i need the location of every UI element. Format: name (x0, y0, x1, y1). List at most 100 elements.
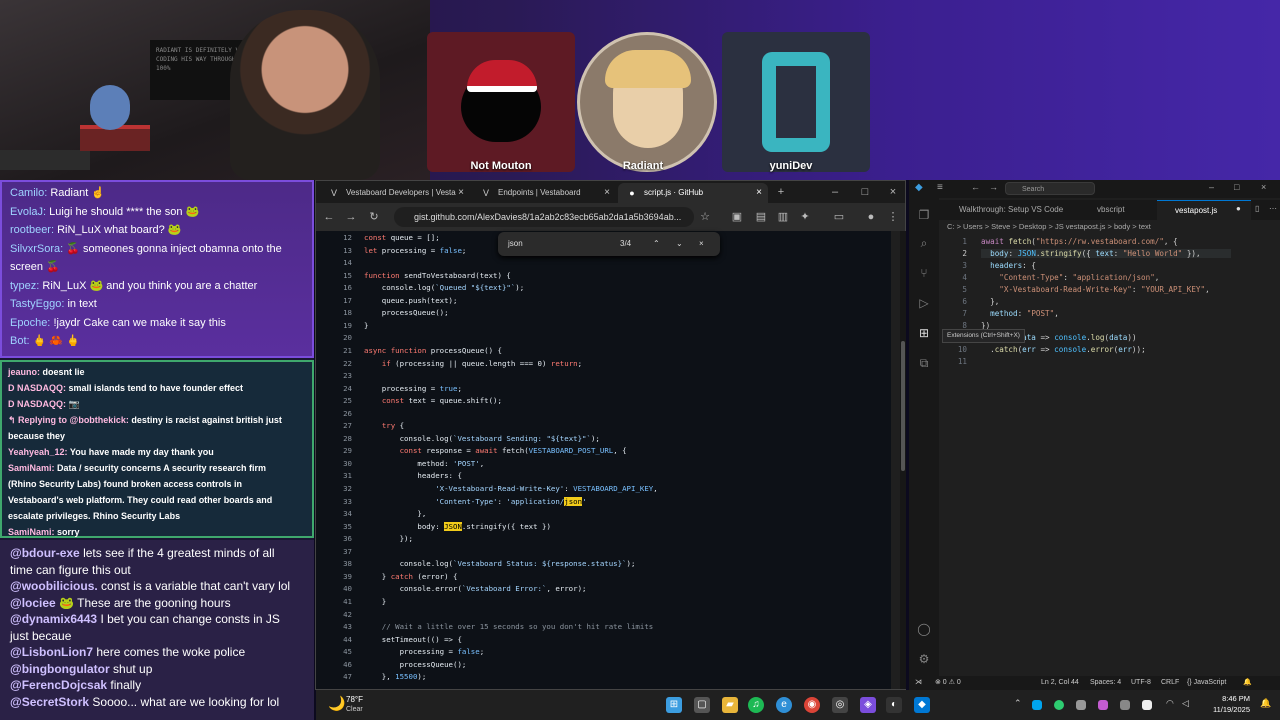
tray-icon[interactable] (1142, 700, 1152, 710)
indent-status[interactable]: Spaces: 4 (1090, 676, 1121, 690)
sidebar-icon[interactable]: ▭ (830, 208, 848, 226)
notifications-icon[interactable]: 🔔 (1243, 676, 1252, 690)
chat-username[interactable]: @SecretStork (10, 695, 89, 709)
tab-walkthrough[interactable]: Walkthrough: Setup VS Code (941, 200, 1079, 220)
extensions-icon[interactable]: ⊞ (909, 322, 939, 344)
obs-icon[interactable]: ◈ (860, 697, 876, 713)
chat-username[interactable]: TastyEggo: (10, 298, 64, 310)
code-line[interactable]: 'X-Vestaboard-Read-Write-Key': VESTABOAR… (364, 484, 658, 493)
minimize-button[interactable]: – (1209, 182, 1214, 192)
forward-arrow-icon[interactable]: → (342, 208, 360, 226)
chat-username[interactable]: Camilo: (10, 187, 47, 199)
browser-tab-active[interactable]: ● script.js · GitHub × (618, 183, 768, 203)
gear-icon[interactable]: ⚙ (909, 648, 939, 670)
code-line[interactable]: method: "POST", (981, 309, 1059, 318)
chat-username[interactable]: @bingbongulator (10, 662, 110, 676)
extension-icon[interactable]: ▥ (774, 208, 792, 226)
tray-icon[interactable] (1032, 700, 1042, 710)
notifications-icon[interactable]: 🔔 (1260, 698, 1271, 709)
code-line[interactable]: let processing = false; (364, 246, 466, 255)
chat-username[interactable]: @woobilicious. (10, 579, 98, 593)
volume-icon[interactable]: ◁ (1182, 698, 1189, 709)
close-icon[interactable]: × (699, 232, 704, 256)
search-icon[interactable]: ⌕ (909, 232, 939, 254)
chat-username[interactable]: @bdour-exe (10, 546, 80, 560)
chat-username[interactable]: typez: (10, 280, 39, 292)
remote-status-icon[interactable]: ⋊ (915, 676, 922, 690)
tray-icon[interactable] (1054, 700, 1064, 710)
maximize-button[interactable]: □ (1234, 182, 1239, 192)
code-line[interactable]: if (processing || queue.length === 0) re… (364, 359, 582, 368)
code-line[interactable]: console.error(`Vestaboard Error:`, error… (364, 584, 587, 593)
address-bar[interactable]: gist.github.com/AlexDavies8/1a2ab2c83ecb… (394, 207, 694, 227)
code-line[interactable]: 'Content-Type': 'application/json' (364, 496, 587, 506)
language-status[interactable]: {} JavaScript (1187, 676, 1226, 690)
code-line[interactable]: body: JSON.stringify({ text }) (364, 521, 551, 531)
source-control-icon[interactable]: ⑂ (909, 262, 939, 284)
code-line[interactable]: } (364, 597, 386, 606)
code-line[interactable]: } catch (error) { (364, 572, 458, 581)
code-line[interactable]: setTimeout(() => { (364, 635, 462, 644)
code-line[interactable]: headers: { (364, 471, 462, 480)
reload-icon[interactable]: ↻ (365, 208, 383, 226)
chat-username[interactable]: @lociee (10, 596, 56, 610)
extension-icon[interactable]: ▣ (728, 208, 746, 226)
code-line[interactable]: try { (364, 421, 404, 430)
code-line[interactable]: processing = true; (364, 384, 462, 393)
code-line[interactable]: async function processQueue() { (364, 346, 502, 355)
close-icon[interactable]: × (756, 183, 762, 203)
code-line[interactable]: body: JSON.stringify({ text: "Hello Worl… (981, 249, 1231, 258)
code-line[interactable]: console.log(`Vestaboard Status: ${respon… (364, 559, 636, 568)
close-icon[interactable]: × (604, 183, 610, 203)
browser-tab[interactable]: V Vestaboard Developers | Vesta × (320, 183, 470, 203)
chevron-down-icon[interactable]: ⌄ (676, 232, 683, 256)
chat-username[interactable]: ↰ Replying to @bobthekick: (8, 415, 129, 425)
code-line[interactable]: processQueue(); (364, 308, 449, 317)
file-explorer-icon[interactable]: ▰ (722, 697, 738, 713)
editor[interactable]: 1 await fetch("https://rw.vestaboard.com/… (939, 234, 1280, 676)
tab-vbscript[interactable]: vbscript (1079, 200, 1157, 220)
code-line[interactable]: const response = await fetch(VESTABOARD_… (364, 446, 627, 455)
code-line[interactable]: "X-Vestaboard-Read-Write-Key": "YOUR_API… (981, 285, 1209, 294)
edge-icon[interactable]: e (776, 697, 792, 713)
code-line[interactable]: }, (981, 297, 999, 306)
new-tab-button[interactable]: + (772, 183, 790, 201)
code-line[interactable]: .catch(err => console.error(err)); (981, 345, 1146, 354)
chevron-up-icon[interactable]: ⌃ (653, 232, 660, 256)
code-line[interactable]: processing = false; (364, 647, 485, 656)
code-line[interactable]: } (364, 321, 368, 330)
explorer-icon[interactable]: ❐ (909, 204, 939, 226)
breadcrumb[interactable]: C: > Users > Steve > Desktop > JS vestap… (939, 220, 1280, 234)
task-view-icon[interactable]: ▢ (694, 697, 710, 713)
chevron-up-icon[interactable]: ⌃ (1014, 698, 1022, 709)
close-window-button[interactable]: × (884, 183, 902, 201)
forward-arrow-icon[interactable]: → (989, 182, 998, 192)
back-arrow-icon[interactable]: ← (320, 208, 338, 226)
code-line[interactable]: method: 'POST', (364, 459, 484, 468)
code-line[interactable]: // Wait a little over 15 seconds so you … (364, 622, 653, 631)
encoding-status[interactable]: UTF-8 (1131, 676, 1151, 690)
menu-icon[interactable]: ≡ (937, 182, 943, 193)
code-line[interactable]: console.log(`Queued "${text}"`); (364, 283, 524, 292)
minimize-button[interactable]: – (826, 183, 844, 201)
chat-username[interactable]: SilvxrSora: (10, 243, 63, 255)
problems-status[interactable]: ⊗ 0 ⚠ 0 (935, 676, 961, 690)
code-line[interactable]: }); (364, 534, 413, 543)
chat-username[interactable]: SamiNami: (8, 463, 55, 473)
back-arrow-icon[interactable]: ← (971, 182, 980, 192)
find-input[interactable]: json (508, 232, 523, 256)
chat-username[interactable]: EvolaJ: (10, 206, 46, 218)
spotify-icon[interactable]: ♫ (748, 697, 764, 713)
start-icon[interactable]: ⊞ (666, 697, 682, 713)
puzzle-icon[interactable]: ✦ (796, 208, 814, 226)
chat-username[interactable]: Bot: (10, 335, 30, 347)
code-line[interactable]: processQueue(); (364, 660, 467, 669)
chat-username[interactable]: @dynamix6443 (10, 612, 97, 626)
chrome-icon[interactable]: ◉ (804, 697, 820, 713)
profile-avatar[interactable]: ● (862, 208, 880, 226)
chat-username[interactable]: @LisbonLion7 (10, 645, 93, 659)
maximize-button[interactable]: □ (856, 183, 874, 201)
menu-icon[interactable]: ⋮ (884, 208, 902, 226)
tray-icon[interactable] (1098, 700, 1108, 710)
account-icon[interactable]: ◯ (909, 618, 939, 640)
